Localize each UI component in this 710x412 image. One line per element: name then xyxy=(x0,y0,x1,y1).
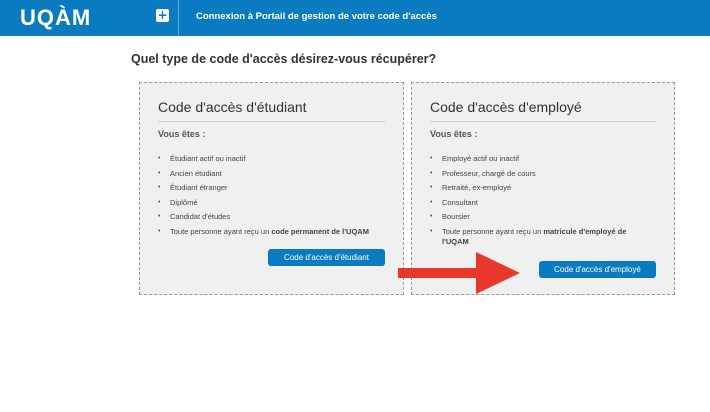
student-criteria-list: Étudiant actif ou inactif Ancien étudian… xyxy=(158,152,378,239)
page-question: Quel type de code d'accès désirez-vous r… xyxy=(131,52,437,66)
uqam-logo[interactable]: UQÀM xyxy=(20,5,91,31)
employee-criteria-list: Employé actif ou inactif Professeur, cha… xyxy=(430,152,650,247)
list-item: Employé actif ou inactif xyxy=(430,152,650,167)
plus-icon[interactable]: + xyxy=(156,9,169,22)
red-arrow-icon xyxy=(398,252,520,294)
portal-title: Connexion à Portail de gestion de votre … xyxy=(196,11,437,22)
list-item-text: Toute personne ayant reçu un xyxy=(170,226,272,236)
list-item: Boursier xyxy=(430,210,650,225)
card-divider xyxy=(158,121,385,122)
list-item: Professeur, chargé de cours xyxy=(430,167,650,182)
card-divider xyxy=(430,121,656,122)
list-item: Toute personne ayant reçu un matricule d… xyxy=(430,225,650,247)
employee-card-title: Code d'accès d'employé xyxy=(430,99,582,115)
list-item: Toute personne ayant reçu un code perman… xyxy=(158,225,378,240)
list-item: Étudiant actif ou inactif xyxy=(158,152,378,167)
list-item: Ancien étudiant xyxy=(158,167,378,182)
student-access-code-button[interactable]: Code d'accès d'étudiant xyxy=(268,249,385,266)
header-divider xyxy=(178,0,179,36)
employee-access-code-button[interactable]: Code d'accès d'employé xyxy=(539,261,656,278)
list-item: Consultant xyxy=(430,196,650,211)
list-item: Diplômé xyxy=(158,196,378,211)
list-item: Candidat d'études xyxy=(158,210,378,225)
list-item-bold-text: code permanent de l'UQAM xyxy=(271,226,369,236)
student-card: Code d'accès d'étudiant Vous êtes : Étud… xyxy=(139,82,404,295)
student-card-subtitle: Vous êtes : xyxy=(158,129,206,139)
top-bar: UQÀM + Connexion à Portail de gestion de… xyxy=(0,0,710,36)
list-item: Étudiant étranger xyxy=(158,181,378,196)
student-card-title: Code d'accès d'étudiant xyxy=(158,99,307,115)
list-item-text: Toute personne ayant reçu un xyxy=(442,226,544,236)
employee-card-subtitle: Vous êtes : xyxy=(430,129,478,139)
list-item: Retraité, ex-employé xyxy=(430,181,650,196)
